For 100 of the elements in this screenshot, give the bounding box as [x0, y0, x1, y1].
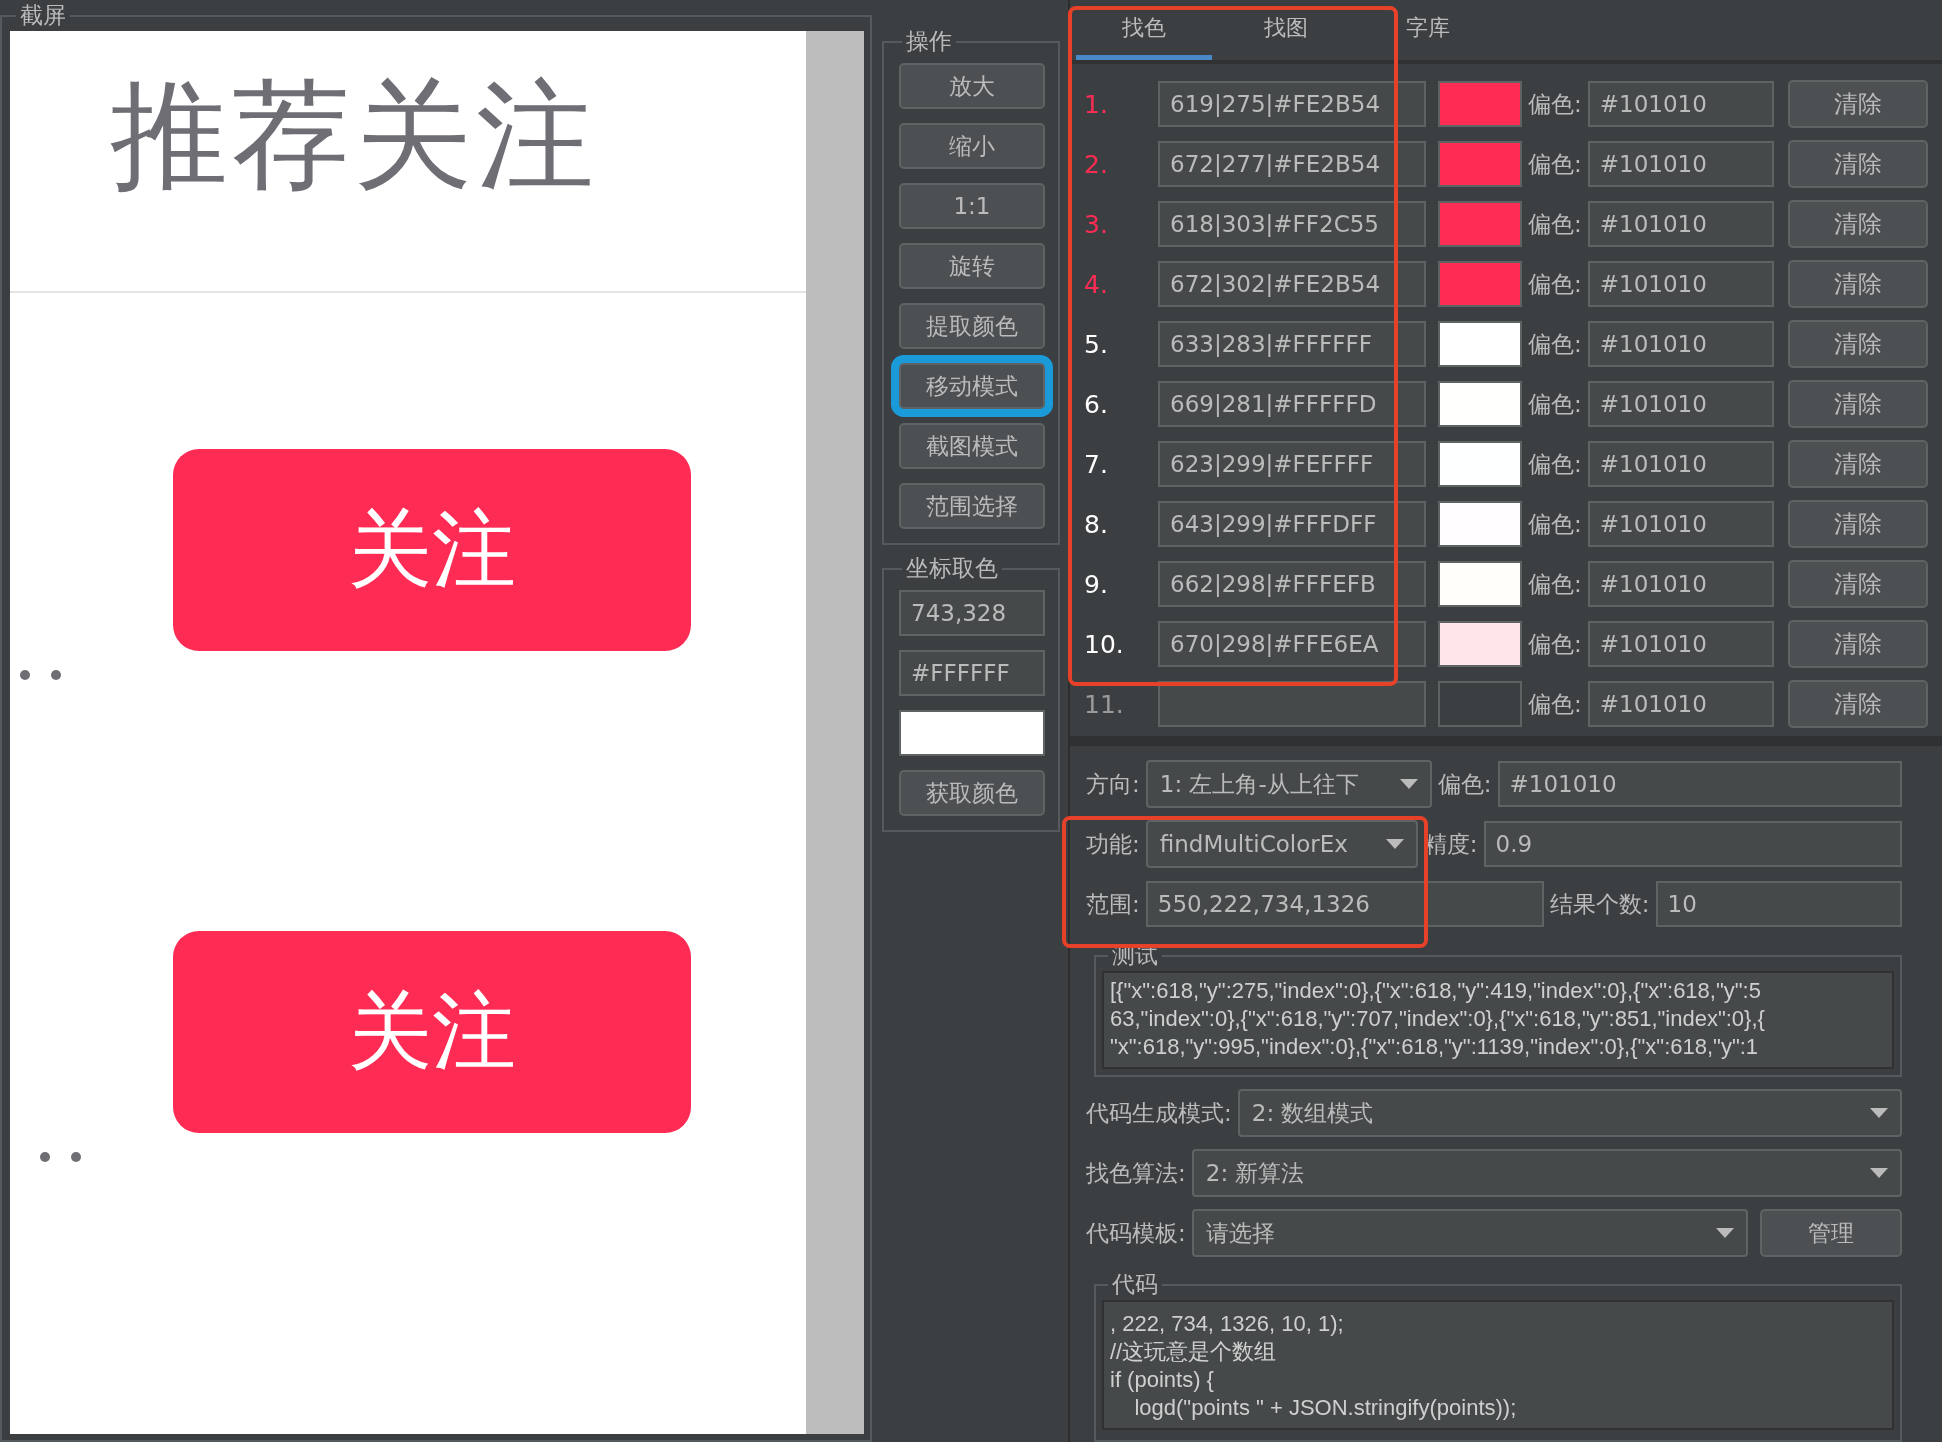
row-number: 6. [1084, 389, 1109, 419]
offset-field[interactable]: #101010 [1587, 141, 1774, 187]
row-number: 10. [1084, 629, 1125, 659]
caret-icon [1385, 839, 1404, 849]
clear-button[interactable]: 清除 [1787, 560, 1928, 608]
tool-button[interactable]: 截图模式 [899, 423, 1045, 469]
offset-field[interactable]: #101010 [1587, 321, 1774, 367]
clear-button[interactable]: 清除 [1787, 620, 1928, 668]
point-field[interactable]: 633|283|#FFFFFF [1158, 321, 1426, 367]
field-label: 功能: [1085, 829, 1141, 859]
coordinate-field[interactable]: 743,328 [899, 590, 1045, 636]
row-number: 4. [1084, 269, 1109, 299]
test-output[interactable]: [{"x":618,"y":275,"index":0},{"x":618,"y":419,"index":0},{"x":618,"y":5 63,"index":0},{"x":618,"y":707,"index":0},{"x":618,"y":851,"index":0},{ "x":618,"y":995,"index":0},{"x":618,"y":1139,"index":0},{"x":618,"y":1 [1102, 971, 1894, 1069]
offset-label: 偏色: [1527, 569, 1583, 599]
group-title: 截屏 [19, 1, 67, 30]
tool-button[interactable]: 缩小 [899, 123, 1045, 169]
point-field[interactable]: 669|281|#FFFFFD [1158, 381, 1426, 427]
get-color-button[interactable]: 获取颜色 [899, 770, 1045, 816]
point-field[interactable]: 672|302|#FE2B54 [1158, 261, 1426, 307]
row-number: 9. [1084, 569, 1109, 599]
group-title: 操作 [905, 27, 953, 56]
point-field[interactable]: 672|277|#FE2B54 [1158, 141, 1426, 187]
tool-button[interactable]: 范围选择 [899, 483, 1045, 529]
tool-button[interactable]: 放大 [899, 63, 1045, 109]
offset-label: 偏色: [1527, 509, 1583, 539]
field-label: 范围: [1085, 889, 1141, 919]
point-field[interactable]: 623|299|#FEFFFF [1158, 441, 1426, 487]
row-number: 1. [1084, 89, 1109, 119]
offset-field[interactable]: #101010 [1587, 621, 1774, 667]
offset-label: 偏色: [1527, 389, 1583, 419]
code-editor[interactable]: , 222, 734, 1326, 10, 1); //这玩意是个数组 if (points) { logd("points " + JSON.stringify(points)); [1102, 1300, 1894, 1430]
template-dropdown[interactable]: 请选择 [1191, 1209, 1748, 1257]
tool-button[interactable]: 旋转 [899, 243, 1045, 289]
point-field[interactable]: 670|298|#FFE6EA [1158, 621, 1426, 667]
function-dropdown[interactable]: findMultiColorEx [1145, 820, 1418, 868]
tool-button[interactable]: 1:1 [899, 183, 1045, 229]
row-number: 2. [1084, 149, 1109, 179]
clear-button[interactable]: 清除 [1787, 260, 1928, 308]
field-label: 方向: [1085, 769, 1141, 799]
precision-field[interactable]: 0.9 [1483, 821, 1902, 867]
offset-field[interactable]: #101010 [1587, 81, 1774, 127]
tab[interactable]: 找色 [1076, 0, 1212, 60]
code-mode-dropdown[interactable]: 2: 数组模式 [1237, 1089, 1902, 1137]
page-heading: 推荐关注 [109, 65, 599, 206]
offset-label: 偏色: [1527, 629, 1583, 659]
caret-icon [1870, 1108, 1888, 1118]
offset-field[interactable]: #101010 [1587, 201, 1774, 247]
clear-button[interactable]: 清除 [1787, 680, 1928, 728]
field-label: 代码生成模式: [1085, 1098, 1233, 1128]
color-field[interactable]: #FFFFFF [899, 650, 1045, 696]
clear-button[interactable]: 清除 [1787, 140, 1928, 188]
offset-field[interactable]: #101010 [1587, 381, 1774, 427]
row-number: 5. [1084, 329, 1109, 359]
clear-button[interactable]: 清除 [1787, 440, 1928, 488]
row-number: 7. [1084, 449, 1109, 479]
row-number: 8. [1084, 509, 1109, 539]
point-field[interactable]: 618|303|#FF2C55 [1158, 201, 1426, 247]
dots-icon [20, 670, 64, 680]
direction-dropdown[interactable]: 1: 左上角-从上往下 [1145, 760, 1432, 808]
group-title: 代码 [1111, 1270, 1159, 1299]
offset-label: 偏色: [1527, 689, 1583, 719]
clear-button[interactable]: 清除 [1787, 500, 1928, 548]
field-label: 结果个数: [1548, 889, 1651, 919]
offset-label: 偏色: [1527, 449, 1583, 479]
row-number: 11. [1084, 689, 1125, 719]
point-field[interactable]: 643|299|#FFFDFF [1158, 501, 1426, 547]
offset-field[interactable]: #101010 [1587, 441, 1774, 487]
offset-field[interactable]: #101010 [1587, 501, 1774, 547]
result-count-field[interactable]: 10 [1655, 881, 1902, 927]
clear-button[interactable]: 清除 [1787, 80, 1928, 128]
field-label: 找色算法: [1085, 1158, 1187, 1188]
range-field[interactable]: 550,222,734,1326 [1145, 881, 1544, 927]
offset-label: 偏色: [1527, 149, 1583, 179]
offset-field[interactable]: #101010 [1587, 561, 1774, 607]
row-number: 3. [1084, 209, 1109, 239]
point-field[interactable] [1158, 681, 1426, 727]
algorithm-dropdown[interactable]: 2: 新算法 [1191, 1149, 1902, 1197]
offset-field[interactable]: #101010 [1497, 761, 1902, 807]
offset-label: 偏色: [1527, 329, 1583, 359]
point-field[interactable]: 662|298|#FFFEFB [1158, 561, 1426, 607]
point-field[interactable]: 619|275|#FE2B54 [1158, 81, 1426, 127]
offset-label: 偏色: [1527, 209, 1583, 239]
clear-button[interactable]: 清除 [1787, 380, 1928, 428]
caret-icon [1399, 779, 1418, 789]
tool-button[interactable]: 提取颜色 [899, 303, 1045, 349]
field-label: 偏色: [1436, 769, 1493, 799]
offset-label: 偏色: [1527, 89, 1583, 119]
caret-icon [1870, 1168, 1888, 1178]
tab[interactable]: 找图 [1218, 0, 1354, 60]
caret-icon [1716, 1228, 1734, 1238]
offset-field[interactable]: #101010 [1587, 261, 1774, 307]
manage-button[interactable]: 管理 [1760, 1209, 1902, 1257]
offset-field[interactable]: #101010 [1587, 681, 1774, 727]
dots-icon [40, 1152, 84, 1162]
clear-button[interactable]: 清除 [1787, 200, 1928, 248]
clear-button[interactable]: 清除 [1787, 320, 1928, 368]
offset-label: 偏色: [1527, 269, 1583, 299]
tab[interactable]: 字库 [1360, 0, 1496, 60]
group-title: 坐标取色 [905, 554, 999, 583]
field-label: 代码模板: [1085, 1218, 1187, 1248]
